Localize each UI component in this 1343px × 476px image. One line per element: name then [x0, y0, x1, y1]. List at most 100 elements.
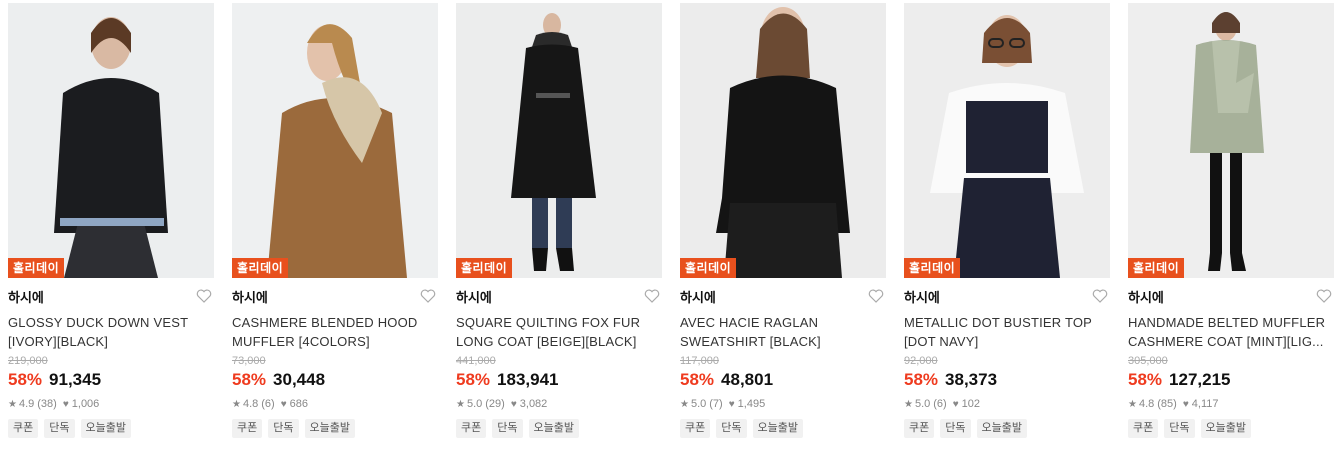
tag-coupon: 쿠폰 [456, 419, 487, 438]
product-image[interactable]: 홀리데이 [680, 3, 886, 278]
original-price: 92,000 [904, 355, 938, 367]
product-card[interactable]: 홀리데이 하시에 CASHMERE BLENDED HOOD MUFFLER [… [232, 3, 438, 438]
sale-price: 91,345 [49, 370, 102, 389]
product-card[interactable]: 홀리데이 하시에 METALLIC DOT BUSTIER TOP [DOT N… [904, 3, 1110, 438]
tag-today-ship: 오늘출발 [976, 419, 1027, 438]
sale-price: 127,215 [1169, 370, 1231, 389]
discount-rate: 58% [904, 370, 939, 389]
tag-today-ship: 오늘출발 [80, 419, 131, 438]
tag-list: 쿠폰 단독 오늘출발 [8, 419, 214, 438]
tag-list: 쿠폰 단독 오늘출발 [232, 419, 438, 438]
product-name-line1: SQUARE QUILTING FOX FUR [456, 315, 641, 330]
discount-rate: 58% [456, 370, 491, 389]
original-price: 305,000 [1128, 355, 1168, 367]
heart-fill-icon: ♥ [728, 398, 735, 410]
tag-today-ship: 오늘출발 [528, 419, 579, 438]
holiday-badge: 홀리데이 [456, 258, 513, 278]
product-name[interactable]: METALLIC DOT BUSTIER TOP [DOT NAVY] [904, 313, 1110, 351]
product-card[interactable]: 홀리데이 하시에 GLOSSY DUCK DOWN VEST [IVORY][B… [8, 3, 214, 438]
tag-exclusive: 단독 [1164, 419, 1195, 438]
product-image[interactable]: 홀리데이 [1128, 3, 1334, 278]
product-image[interactable]: 홀리데이 [8, 3, 214, 278]
review-count: (6) [933, 398, 947, 410]
tag-list: 쿠폰 단독 오늘출발 [456, 419, 662, 438]
discount-rate: 58% [1128, 370, 1163, 389]
heart-icon[interactable] [644, 288, 660, 304]
star-icon: ★ [680, 398, 689, 410]
product-grid: 홀리데이 하시에 GLOSSY DUCK DOWN VEST [IVORY][B… [0, 0, 1343, 438]
star-icon: ★ [456, 398, 465, 410]
brand-name[interactable]: 하시에 [232, 287, 268, 306]
product-photo [456, 3, 662, 278]
like-count: 686 [289, 398, 309, 410]
tag-exclusive: 단독 [492, 419, 523, 438]
like-count: 102 [961, 398, 981, 410]
tag-coupon: 쿠폰 [232, 419, 263, 438]
tag-coupon: 쿠폰 [1128, 419, 1159, 438]
product-name[interactable]: HANDMADE BELTED MUFFLER CASHMERE COAT [M… [1128, 313, 1334, 351]
product-name[interactable]: SQUARE QUILTING FOX FUR LONG COAT [BEIGE… [456, 313, 662, 351]
product-stats: ★ 4.8 (6) ♥ 686 [232, 398, 438, 410]
product-name[interactable]: AVEC HACIE RAGLAN SWEATSHIRT [BLACK] [680, 313, 886, 351]
original-price: 73,000 [232, 355, 266, 367]
product-name-line2: [DOT NAVY] [904, 334, 979, 349]
sale-price: 38,373 [945, 370, 998, 389]
product-photo [8, 3, 214, 278]
tag-today-ship: 오늘출발 [752, 419, 803, 438]
brand-name[interactable]: 하시에 [456, 287, 492, 306]
holiday-badge: 홀리데이 [680, 258, 737, 278]
product-photo [904, 3, 1110, 278]
product-name-line2: CASHMERE COAT [MINT][LIG... [1128, 334, 1324, 349]
product-card[interactable]: 홀리데이 하시에 HANDMADE BELTED MUFFLER CASHMER… [1128, 3, 1334, 438]
discount-rate: 58% [232, 370, 267, 389]
brand-name[interactable]: 하시에 [680, 287, 716, 306]
review-count: (7) [709, 398, 723, 410]
tag-exclusive: 단독 [940, 419, 971, 438]
tag-exclusive: 단독 [268, 419, 299, 438]
tag-list: 쿠폰 단독 오늘출발 [904, 419, 1110, 438]
review-count: (38) [37, 398, 57, 410]
product-name-line2: LONG COAT [BEIGE][BLACK] [456, 334, 637, 349]
product-name-line1: AVEC HACIE RAGLAN [680, 315, 819, 330]
brand-name[interactable]: 하시에 [1128, 287, 1164, 306]
heart-icon[interactable] [420, 288, 436, 304]
product-image[interactable]: 홀리데이 [232, 3, 438, 278]
brand-name[interactable]: 하시에 [904, 287, 940, 306]
heart-fill-icon: ♥ [1182, 398, 1189, 410]
rating-value: 5.0 [914, 398, 931, 410]
tag-today-ship: 오늘출발 [304, 419, 355, 438]
rating-value: 5.0 [466, 398, 483, 410]
heart-fill-icon: ♥ [280, 398, 287, 410]
product-image[interactable]: 홀리데이 [456, 3, 662, 278]
tag-coupon: 쿠폰 [8, 419, 39, 438]
rating-value: 4.8 [1138, 398, 1155, 410]
original-price: 219,000 [8, 355, 48, 367]
tag-today-ship: 오늘출발 [1200, 419, 1251, 438]
heart-icon[interactable] [196, 288, 212, 304]
product-card[interactable]: 홀리데이 하시에 SQUARE QUILTING FOX FUR LONG CO… [456, 3, 662, 438]
product-name[interactable]: GLOSSY DUCK DOWN VEST [IVORY][BLACK] [8, 313, 214, 351]
sale-price: 30,448 [273, 370, 326, 389]
sale-price: 183,941 [497, 370, 559, 389]
brand-name[interactable]: 하시에 [8, 287, 44, 306]
tag-exclusive: 단독 [44, 419, 75, 438]
product-photo [232, 3, 438, 278]
product-name[interactable]: CASHMERE BLENDED HOOD MUFFLER [4COLORS] [232, 313, 438, 351]
like-count: 1,495 [737, 398, 766, 410]
tag-list: 쿠폰 단독 오늘출발 [680, 419, 886, 438]
heart-icon[interactable] [1316, 288, 1332, 304]
product-photo [680, 3, 886, 278]
product-image[interactable]: 홀리데이 [904, 3, 1110, 278]
heart-icon[interactable] [1092, 288, 1108, 304]
product-name-line1: METALLIC DOT BUSTIER TOP [904, 315, 1093, 330]
sale-price: 48,801 [721, 370, 774, 389]
product-name-line1: GLOSSY DUCK DOWN VEST [8, 315, 189, 330]
star-icon: ★ [904, 398, 913, 410]
product-name-line1: CASHMERE BLENDED HOOD [232, 315, 418, 330]
heart-icon[interactable] [868, 288, 884, 304]
tag-coupon: 쿠폰 [680, 419, 711, 438]
heart-fill-icon: ♥ [952, 398, 959, 410]
heart-fill-icon: ♥ [510, 398, 517, 410]
holiday-badge: 홀리데이 [8, 258, 65, 278]
product-card[interactable]: 홀리데이 하시에 AVEC HACIE RAGLAN SWEATSHIRT [B… [680, 3, 886, 438]
